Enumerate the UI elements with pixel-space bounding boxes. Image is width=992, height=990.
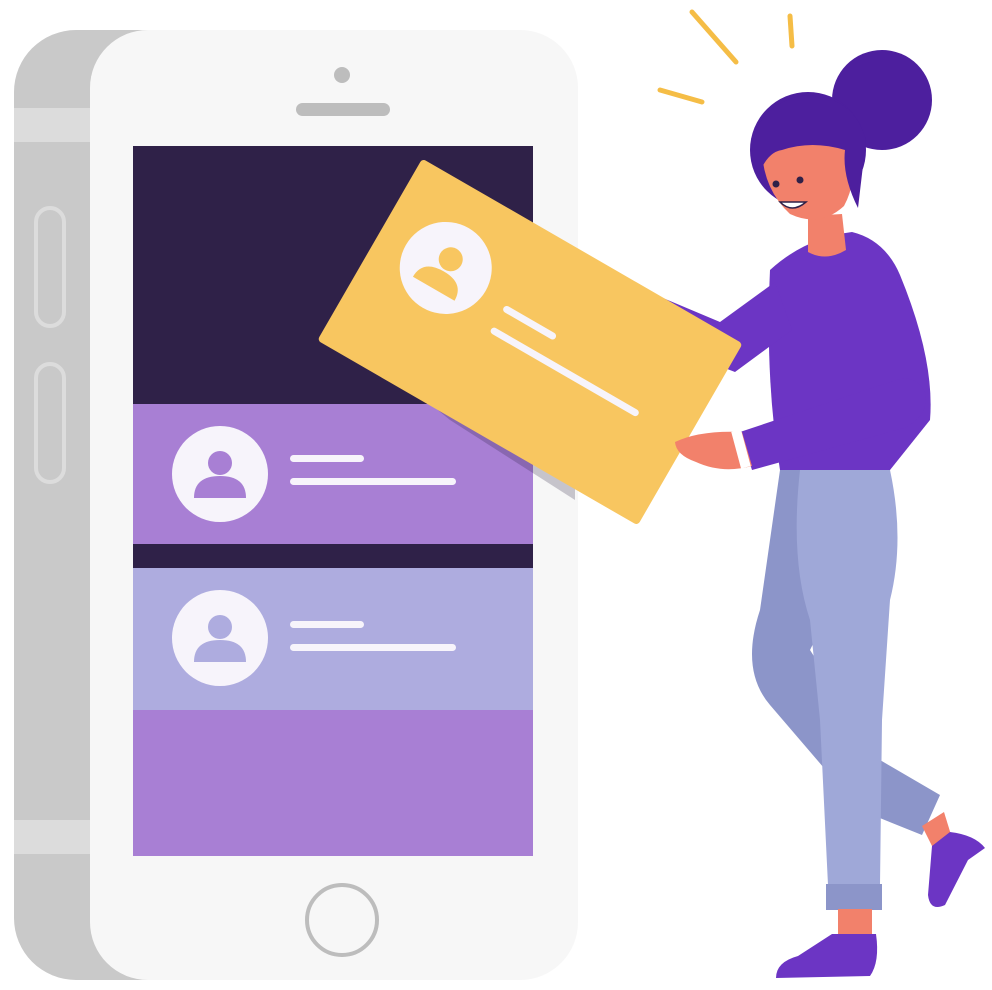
front-ankle xyxy=(838,909,872,938)
card-text-line-long xyxy=(290,478,456,485)
phone-camera-icon xyxy=(334,67,350,83)
illustration-scene xyxy=(14,9,985,980)
smartphone xyxy=(14,30,578,980)
sparkle-lines xyxy=(657,9,795,105)
left-eye xyxy=(772,180,780,188)
card-text-line-long xyxy=(290,644,456,651)
front-cuff xyxy=(826,884,882,910)
neck xyxy=(808,214,846,257)
list-card-2[interactable] xyxy=(133,568,533,710)
front-shoe xyxy=(776,934,878,978)
screen-divider xyxy=(133,544,533,568)
screen-footer xyxy=(133,710,533,856)
right-eye xyxy=(796,176,804,184)
card-text-line-short xyxy=(290,455,364,462)
phone-speaker-icon xyxy=(296,103,390,116)
back-shoe xyxy=(928,832,985,908)
card-text-line-short xyxy=(290,621,364,628)
